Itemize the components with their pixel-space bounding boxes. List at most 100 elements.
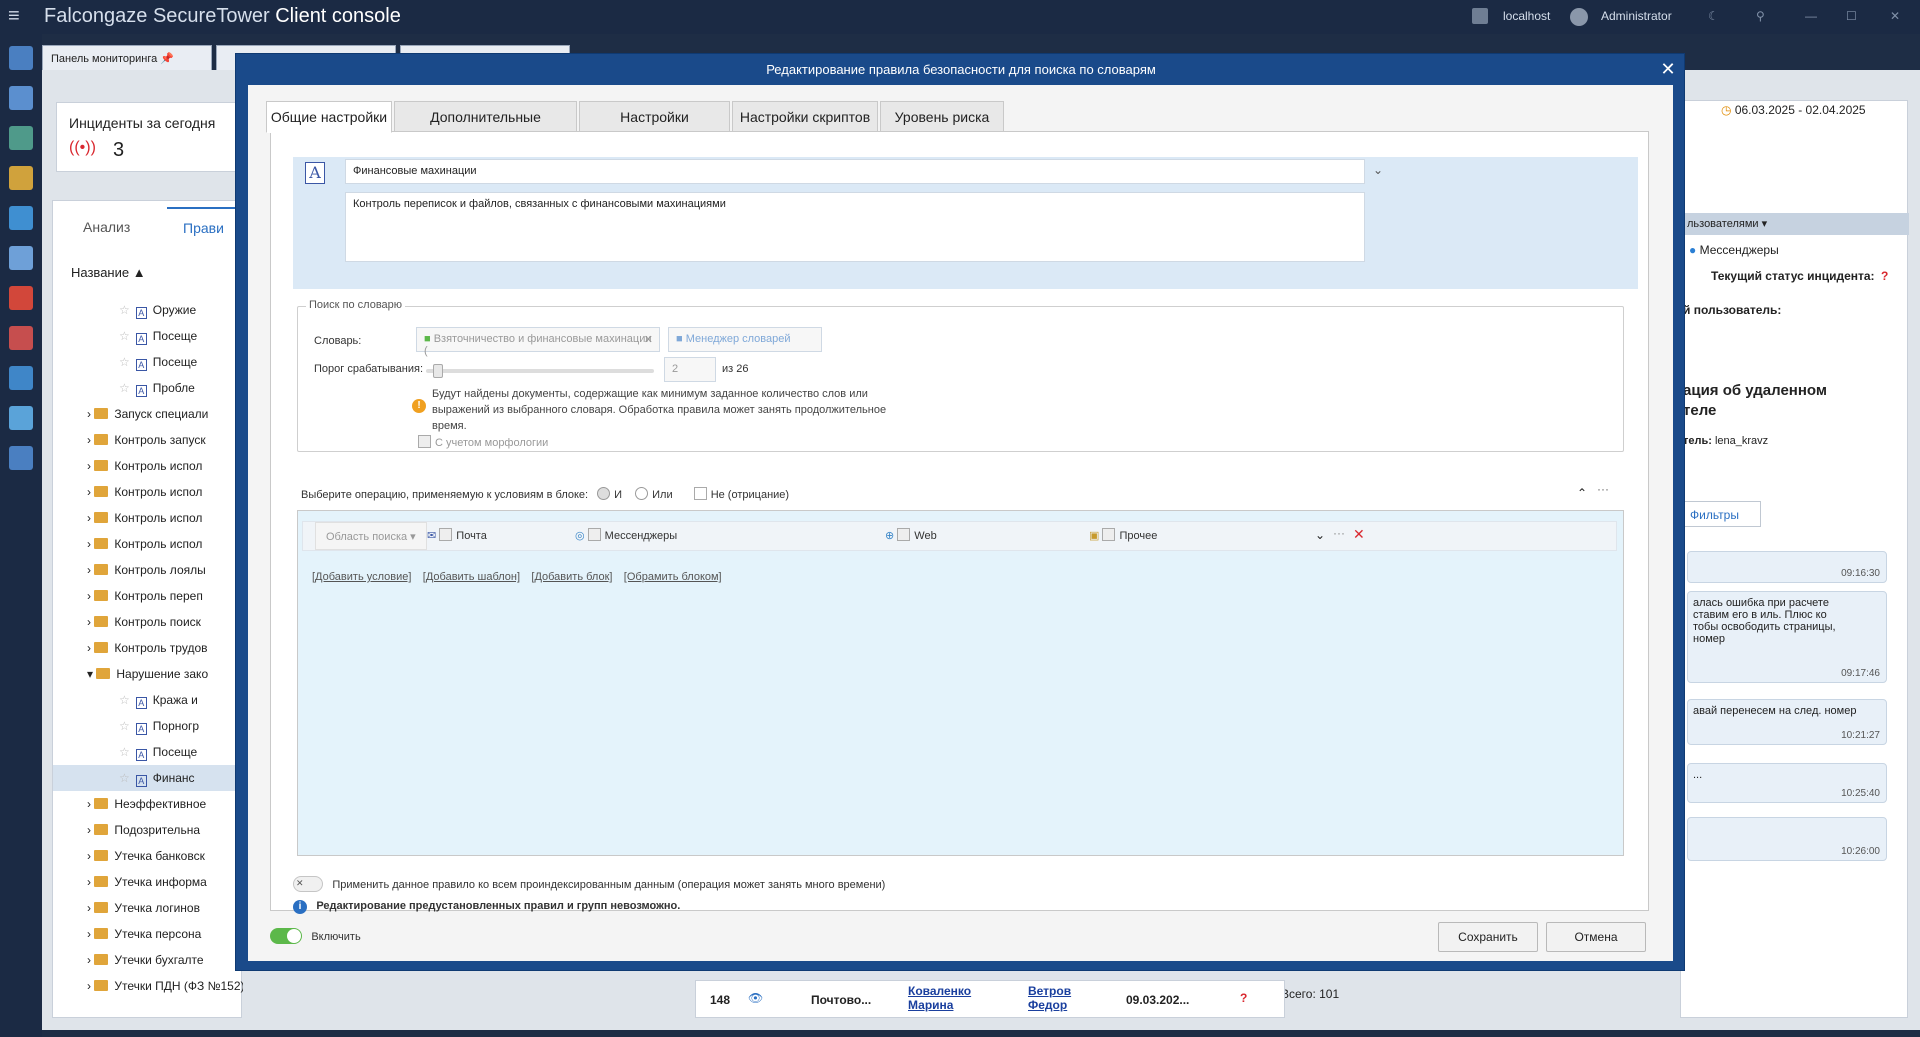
expand-arrow-icon[interactable]: › xyxy=(87,459,94,473)
tree-item[interactable]: ☆ A Посеще xyxy=(53,323,243,349)
rule-name-input[interactable]: Финансовые махинации xyxy=(345,159,1365,184)
reports-icon[interactable] xyxy=(9,206,33,230)
settings-icon[interactable] xyxy=(9,446,33,470)
tree-item[interactable]: › Утечка персона xyxy=(53,921,243,947)
favorite-star-icon[interactable]: ☆ xyxy=(119,381,130,395)
minimize-icon[interactable]: — xyxy=(1805,9,1817,23)
expand-arrow-icon[interactable]: › xyxy=(87,927,94,941)
expand-arrow-icon[interactable]: › xyxy=(87,433,94,447)
tree-item[interactable]: › Подозрительна xyxy=(53,817,243,843)
incident-to[interactable]: Ветров Федор xyxy=(1028,984,1071,1012)
chevron-down-icon[interactable]: ⌄ xyxy=(1373,163,1383,177)
op-not-checkbox[interactable] xyxy=(693,487,707,500)
tab-monitoring[interactable]: Панель мониторинга 📌 xyxy=(42,45,212,70)
tree-item[interactable]: ☆ A Посеще xyxy=(53,739,243,765)
threshold-slider[interactable] xyxy=(426,364,654,378)
messengers-item[interactable]: ● Мессенджеры xyxy=(1689,243,1779,257)
cancel-button[interactable]: Отмена xyxy=(1546,922,1646,952)
books-icon[interactable] xyxy=(9,406,33,430)
favorite-star-icon[interactable]: ☆ xyxy=(119,693,130,707)
op-and-radio[interactable] xyxy=(597,487,611,500)
tree-item[interactable]: › Контроль испол xyxy=(53,531,243,557)
clear-icon[interactable]: ✕ xyxy=(644,333,653,346)
date-range[interactable]: ◷ 06.03.2025 - 02.04.2025 xyxy=(1721,103,1866,117)
expand-arrow-icon[interactable]: › xyxy=(87,979,94,993)
add-template-link[interactable]: [Добавить шаблон] xyxy=(423,571,520,583)
tree-item[interactable]: › Контроль запуск xyxy=(53,427,243,453)
dialog-close-icon[interactable]: ✕ xyxy=(1656,58,1680,82)
users-icon[interactable] xyxy=(9,166,33,190)
incident-status-icon[interactable]: ? xyxy=(1240,991,1247,1005)
channel-mail[interactable]: ✉ Почта xyxy=(427,528,487,542)
tab-analysis[interactable]: Анализ xyxy=(83,219,130,235)
tree-item[interactable]: › Контроль поиск xyxy=(53,609,243,635)
tree-item[interactable]: › Утечка логинов xyxy=(53,895,243,921)
menu-icon[interactable]: ≡ xyxy=(8,6,30,26)
more-icon[interactable]: ··· xyxy=(1597,482,1609,496)
tree-item[interactable]: › Утечки ПДН (ФЗ №152) xyxy=(53,973,243,999)
expand-arrow-icon[interactable]: › xyxy=(87,589,94,603)
expand-arrow-icon[interactable]: › xyxy=(87,615,94,629)
users-header[interactable]: льзователями ▾ xyxy=(1681,213,1909,235)
chat-message[interactable]: 10:26:00 xyxy=(1687,817,1887,861)
add-condition-link[interactable]: [Добавить условие] xyxy=(312,571,411,583)
tree-item[interactable]: › Контроль лоялы xyxy=(53,557,243,583)
favorite-star-icon[interactable]: ☆ xyxy=(119,355,130,369)
tree-item[interactable]: › Контроль переп xyxy=(53,583,243,609)
tree-item[interactable]: › Контроль испол xyxy=(53,479,243,505)
search-icon[interactable] xyxy=(9,86,33,110)
condition-more-icon[interactable]: ··· xyxy=(1333,526,1345,540)
rules-icon[interactable] xyxy=(9,286,33,310)
chat-message[interactable]: ... 10:25:40 xyxy=(1687,763,1887,803)
expand-arrow-icon[interactable]: › xyxy=(87,641,94,655)
delete-condition-icon[interactable]: ✕ xyxy=(1353,526,1365,543)
morphology-check[interactable] xyxy=(418,435,431,448)
tree-item[interactable]: ☆ A Финанс xyxy=(53,765,243,791)
incident-from[interactable]: Коваленко Марина xyxy=(908,984,971,1012)
tree-item[interactable]: › Неэффективное xyxy=(53,791,243,817)
tree-item[interactable]: › Запуск специали xyxy=(53,401,243,427)
expand-arrow-icon[interactable]: › xyxy=(87,797,94,811)
favorite-star-icon[interactable]: ☆ xyxy=(119,329,130,343)
tree-item[interactable]: › Утечки бухгалте xyxy=(53,947,243,973)
expand-arrow-icon[interactable]: › xyxy=(87,511,94,525)
expand-arrow-icon[interactable]: › xyxy=(87,823,94,837)
tree-item[interactable]: › Утечка банковск xyxy=(53,843,243,869)
wrap-block-link[interactable]: [Обрамить блоком] xyxy=(624,571,722,583)
filters-button[interactable]: Фильтры xyxy=(1683,501,1761,527)
tree-item[interactable]: › Контроль испол xyxy=(53,505,243,531)
favorite-star-icon[interactable]: ☆ xyxy=(119,745,130,759)
pin-icon[interactable]: ⚲ xyxy=(1756,9,1765,23)
status-unknown-icon[interactable]: ? xyxy=(1881,269,1888,283)
expand-arrow-icon[interactable]: › xyxy=(87,537,94,551)
channel-messengers[interactable]: ◎ Мессенджеры xyxy=(575,528,677,542)
expand-arrow-icon[interactable]: › xyxy=(87,485,94,499)
op-or-radio[interactable] xyxy=(635,487,649,500)
dictionary-select[interactable]: ■ Взяточничество и финансовые махинации … xyxy=(416,327,660,357)
analytics-icon[interactable] xyxy=(9,126,33,150)
tree-item[interactable]: › Контроль трудов xyxy=(53,635,243,661)
morphology-checkbox[interactable]: С учетом морфологии xyxy=(418,435,548,449)
tree-item[interactable]: ☆ A Оружие xyxy=(53,297,243,323)
archive-icon[interactable] xyxy=(9,246,33,270)
messengers-checkbox[interactable] xyxy=(587,528,601,541)
web-checkbox[interactable] xyxy=(897,528,911,541)
tree-item[interactable]: › Утечка информа xyxy=(53,869,243,895)
expand-icon[interactable]: ⌄ xyxy=(1315,528,1325,542)
tree-item[interactable]: ☆ A Порногр xyxy=(53,713,243,739)
dialog-tab-1[interactable]: Общие настройки xyxy=(266,101,392,133)
other-checkbox[interactable] xyxy=(1102,528,1116,541)
mail-checkbox[interactable] xyxy=(439,528,453,541)
dialog-tab-2[interactable]: Дополнительные параметры xyxy=(394,101,577,155)
favorite-star-icon[interactable]: ☆ xyxy=(119,719,130,733)
expand-arrow-icon[interactable]: › xyxy=(87,849,94,863)
graph-icon[interactable] xyxy=(9,366,33,390)
chat-message[interactable]: авай перенесем на след. номер 10:21:27 xyxy=(1687,699,1887,745)
chat-message[interactable]: алась ошибка при расчете ставим его в ил… xyxy=(1687,591,1887,683)
alerts-icon[interactable] xyxy=(9,326,33,350)
collapse-icon[interactable]: ⌃ xyxy=(1577,486,1587,500)
expand-arrow-icon[interactable]: › xyxy=(87,953,94,967)
dialog-tab-4[interactable]: Настройки скриптов xyxy=(732,101,878,132)
channel-other[interactable]: ▣ Прочее xyxy=(1089,528,1157,542)
dialog-tab-5[interactable]: Уровень риска xyxy=(880,101,1004,132)
